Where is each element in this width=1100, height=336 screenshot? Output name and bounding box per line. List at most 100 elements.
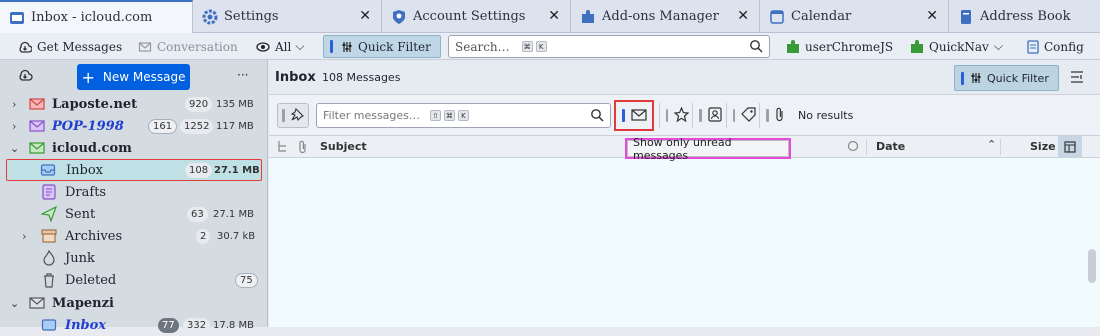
quick-filter-toggle[interactable]: Quick Filter xyxy=(323,35,441,58)
get-messages-button[interactable]: Get Messages xyxy=(12,35,128,58)
get-messages-icon[interactable] xyxy=(18,68,33,86)
inbox-icon xyxy=(41,317,57,333)
close-icon[interactable]: ✕ xyxy=(737,8,749,24)
folder-mapenzi-inbox[interactable]: Inbox 77 332 17.8 MB xyxy=(0,314,268,336)
quicknav-label: QuickNav xyxy=(929,39,989,54)
new-message-label: New Message xyxy=(102,70,186,84)
account-icloud[interactable]: ⌄ icloud.com xyxy=(0,137,268,159)
tab-address-book[interactable]: Address Book xyxy=(949,0,1100,33)
folder-pane: + New Message ··· › Laposte.net 920 135 … xyxy=(0,60,268,333)
sticky-filter-button[interactable] xyxy=(277,103,309,128)
message-count: 108 Messages xyxy=(322,71,401,84)
search-icon xyxy=(590,108,604,125)
scrollbar-thumb[interactable] xyxy=(1088,249,1096,283)
tab-label: Settings xyxy=(224,9,279,24)
more-menu-button[interactable]: ··· xyxy=(237,68,248,82)
global-search-input[interactable]: Search… ⌘ K xyxy=(448,35,770,58)
contact-filter-toggle[interactable] xyxy=(692,103,722,128)
account-mail-icon xyxy=(29,295,45,311)
chevron-down-icon[interactable]: ⌄ xyxy=(10,297,19,310)
quick-filter-button[interactable]: Quick Filter xyxy=(954,65,1059,91)
folder-size: 117 MB xyxy=(216,120,254,132)
message-count-badge: 108 xyxy=(185,162,213,178)
tab-inbox[interactable]: Inbox - icloud.com xyxy=(0,0,193,33)
account-mail-icon xyxy=(29,140,45,156)
folder-drafts[interactable]: Drafts xyxy=(0,181,268,203)
unread-count-badge: 161 xyxy=(148,118,178,134)
toggle-indicator xyxy=(666,109,668,122)
unread-filter-toggle[interactable] xyxy=(614,100,654,131)
column-size[interactable]: Size xyxy=(1030,140,1056,153)
column-date[interactable]: Date xyxy=(876,140,905,153)
main-toolbar: Get Messages Conversation All ⌵ Quick Fi… xyxy=(0,33,1100,60)
tab-label: Add-ons Manager xyxy=(602,9,719,24)
chevron-down-icon[interactable]: ⌄ xyxy=(10,142,19,155)
folder-archives[interactable]: › Archives 2 30.7 kB xyxy=(0,225,268,247)
account-name: Mapenzi xyxy=(52,295,114,311)
folder-name: Inbox xyxy=(66,162,103,178)
folder-name: Junk xyxy=(65,250,95,266)
tab-account-settings[interactable]: Account Settings ✕ xyxy=(382,0,571,33)
thread-icon[interactable] xyxy=(276,140,288,156)
chevron-right-icon[interactable]: › xyxy=(12,98,16,111)
conversation-button[interactable]: Conversation xyxy=(132,35,244,58)
toggle-indicator xyxy=(961,71,964,85)
folder-name: Deleted xyxy=(65,272,117,288)
tab-label: Address Book xyxy=(980,9,1071,24)
folder-inbox[interactable]: Inbox 108 27.1 MB xyxy=(6,159,262,181)
account-name: POP-1998 xyxy=(52,118,124,134)
folder-name: Inbox xyxy=(65,317,107,333)
tab-addons[interactable]: Add-ons Manager ✕ xyxy=(571,0,760,33)
folder-deleted[interactable]: Deleted 75 xyxy=(0,269,268,291)
starred-filter-toggle[interactable] xyxy=(659,103,690,128)
toggle-indicator xyxy=(733,109,735,122)
account-mail-icon xyxy=(29,118,45,134)
quick-filter-label: Quick Filter xyxy=(358,39,431,54)
account-mail-icon xyxy=(29,96,45,112)
tab-settings[interactable]: Settings ✕ xyxy=(193,0,382,33)
paperclip-icon[interactable] xyxy=(298,140,308,156)
toggle-indicator xyxy=(622,109,625,122)
account-pop1998[interactable]: › POP-1998 161 1252 117 MB xyxy=(0,115,268,137)
tags-filter-toggle[interactable] xyxy=(726,103,756,128)
account-mapenzi[interactable]: ⌄ Mapenzi xyxy=(0,292,268,314)
view-all-label: All xyxy=(275,39,292,54)
contact-icon xyxy=(708,106,722,125)
column-subject[interactable]: Subject xyxy=(320,140,367,153)
account-laposte[interactable]: › Laposte.net 920 135 MB xyxy=(0,93,268,115)
close-icon[interactable]: ✕ xyxy=(359,8,371,24)
attachment-filter-toggle[interactable] xyxy=(759,103,789,128)
layout-options-icon[interactable] xyxy=(1070,70,1084,87)
view-all-dropdown[interactable]: All ⌵ xyxy=(250,35,310,58)
addressbook-icon xyxy=(958,9,974,25)
inbox-icon xyxy=(40,162,56,178)
chevron-down-icon: ⌵ xyxy=(993,39,1003,53)
chevron-right-icon[interactable]: › xyxy=(12,120,16,133)
close-icon[interactable]: ✕ xyxy=(926,8,938,24)
message-count-badge: 1252 xyxy=(180,118,214,134)
tooltip-text: Show only unread messages xyxy=(633,135,732,162)
folder-junk[interactable]: Junk xyxy=(0,247,268,269)
chevron-right-icon[interactable]: › xyxy=(22,230,26,243)
filter-messages-input[interactable]: Filter messages… ⇧ ⌘ K xyxy=(316,103,611,128)
new-message-button[interactable]: + New Message xyxy=(77,64,190,90)
unread-count-badge: 77 xyxy=(158,317,179,333)
sort-ascending-icon: ⌃ xyxy=(987,138,997,151)
close-icon[interactable]: ✕ xyxy=(548,8,560,24)
read-status-icon[interactable] xyxy=(847,140,859,155)
userchromejs-button[interactable]: userChromeJS xyxy=(780,35,899,58)
kbd-cmd: ⌘ xyxy=(443,110,455,121)
column-picker-icon[interactable] xyxy=(1058,136,1082,157)
folder-sent[interactable]: Sent 63 27.1 MB xyxy=(0,203,268,225)
filter-sliders-icon xyxy=(970,72,982,84)
flame-icon xyxy=(41,250,57,266)
tab-calendar[interactable]: Calendar ✕ xyxy=(760,0,949,33)
folder-header: Inbox 108 Messages Quick Filter xyxy=(269,60,1100,95)
tab-label: Inbox - icloud.com xyxy=(31,10,153,25)
config-button[interactable]: Config xyxy=(1021,35,1090,58)
conversation-label: Conversation xyxy=(157,39,238,54)
quicknav-dropdown[interactable]: QuickNav ⌵ xyxy=(904,35,1009,58)
folder-size: 27.1 MB xyxy=(213,208,254,220)
document-icon xyxy=(1027,39,1039,54)
config-label: Config xyxy=(1044,39,1084,54)
